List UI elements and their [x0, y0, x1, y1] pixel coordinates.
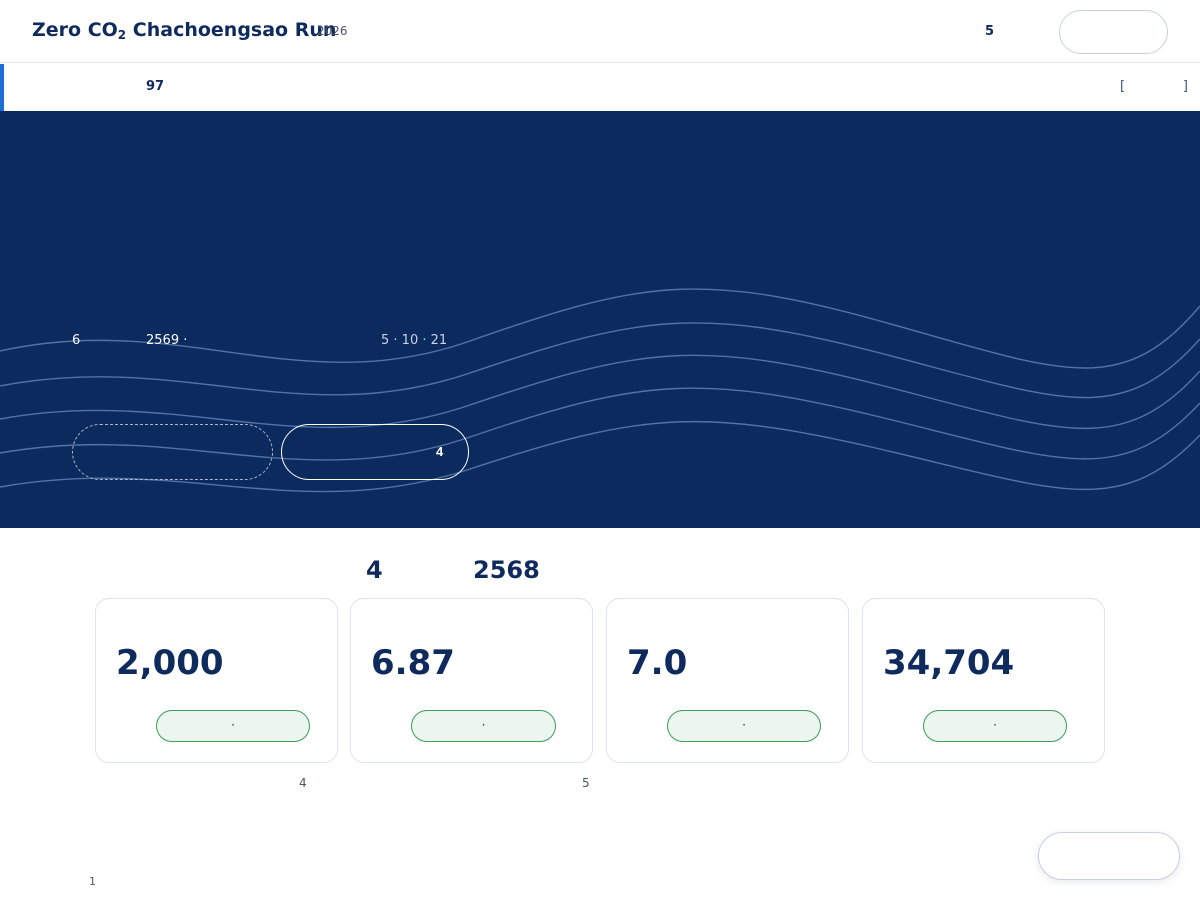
brand-title[interactable]: Zero CO2 Chachoengsao Run: [32, 19, 336, 42]
stat-value: 6.87: [371, 643, 455, 683]
floating-action-button[interactable]: [1038, 832, 1180, 880]
announcement-link-open-bracket: [: [1120, 79, 1126, 94]
hero-banner: 6 2569 · 5 · 10 · 21 4: [0, 111, 1200, 528]
hero-text-a: 6: [72, 333, 81, 348]
stats-note-a: 4: [299, 776, 307, 790]
stat-chip: ·: [667, 710, 821, 742]
stats-note-b: 5: [582, 776, 590, 790]
stat-value: 34,704: [883, 643, 1015, 683]
stat-chip: ·: [411, 710, 556, 742]
announcement-link[interactable]: [ ]: [1120, 79, 1188, 99]
year-tag: 2026: [317, 24, 348, 38]
hero-date: 5 · 10 · 21: [381, 333, 448, 348]
stat-card-3: 7.0 ·: [606, 598, 849, 763]
stats-heading-year: 2568: [473, 556, 540, 584]
hero-text-b: 2569 ·: [146, 333, 188, 348]
stat-chip: ·: [923, 710, 1067, 742]
top-header: Zero CO2 Chachoengsao Run 2026 5: [0, 0, 1200, 63]
brand-title-suffix: Chachoengsao Run: [126, 19, 337, 41]
brand-title-prefix: Zero CO: [32, 19, 118, 41]
wave-line: [0, 354, 1200, 429]
brand-title-subscript: 2: [117, 28, 127, 42]
hero-secondary-button[interactable]: 4: [281, 424, 469, 480]
announcement-link-close-bracket: ]: [1182, 79, 1188, 94]
announcement-number: 97: [146, 79, 165, 94]
page-number: 1: [89, 875, 96, 888]
hero-secondary-button-label: 4: [436, 444, 444, 459]
header-menu-button[interactable]: [1059, 10, 1168, 54]
stat-value: 7.0: [627, 643, 688, 683]
header-count-badge: 5: [985, 24, 995, 39]
stat-card-1: 2,000 ·: [95, 598, 338, 763]
stats-heading-count: 4: [366, 556, 383, 584]
stat-chip: ·: [156, 710, 310, 742]
stat-card-2: 6.87 ·: [350, 598, 593, 763]
announcement-bar: 97 [ ]: [0, 64, 1200, 111]
stat-card-4: 34,704 ·: [862, 598, 1105, 763]
hero-primary-button[interactable]: [72, 424, 273, 480]
stat-value: 2,000: [116, 643, 224, 683]
wave-line: [0, 288, 1200, 369]
